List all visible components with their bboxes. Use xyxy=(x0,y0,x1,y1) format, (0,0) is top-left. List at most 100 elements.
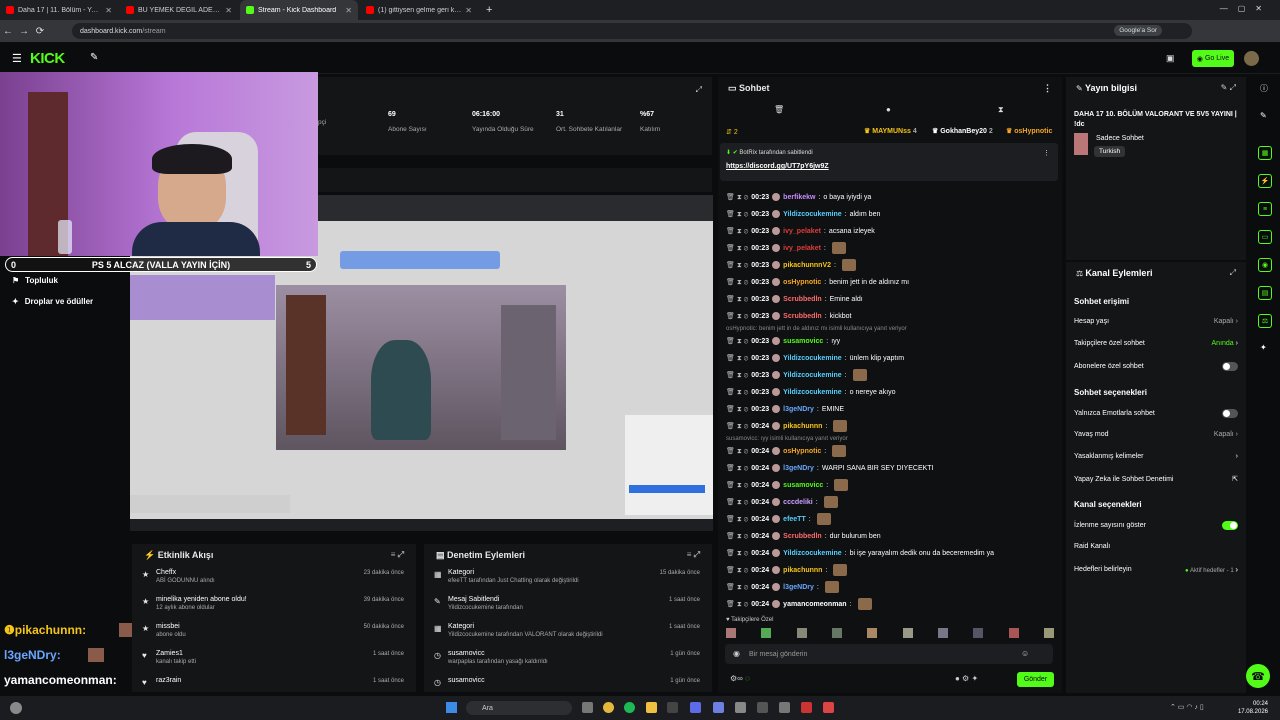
chat-message[interactable]: 🗑 ⧗ ⊘ 00:23 Scrubbedln: kickbot xyxy=(726,309,851,323)
expand-icon[interactable]: ⤢ xyxy=(696,85,702,95)
mod-actions-icon[interactable]: 🗑 ⧗ ⊘ xyxy=(726,498,748,507)
app-icon[interactable] xyxy=(735,702,746,713)
close-icon[interactable]: ✕ xyxy=(465,6,472,15)
row-slow-mode[interactable]: Yavaş mod Kapalı › xyxy=(1074,431,1238,438)
message-username[interactable]: cccdeliki xyxy=(783,499,813,506)
row-banned-words[interactable]: Yasaklanmış kelimeler › xyxy=(1074,453,1238,460)
top-user[interactable]: ♛ osHypnotic xyxy=(1006,127,1052,135)
mod-actions-icon[interactable]: 🗑 ⧗ ⊘ xyxy=(726,549,748,558)
mod-actions-icon[interactable]: 🗑 ⧗ ⊘ xyxy=(726,388,748,397)
chat-message[interactable]: 🗑 ⧗ ⊘ 00:24 Scrubbedln: dur bulurum ben xyxy=(726,529,881,543)
expand-icon[interactable]: ⤢ xyxy=(1230,268,1236,278)
list-item[interactable]: ◷ susamovicc warpaplas tarafından yasağı k… xyxy=(424,647,712,674)
kick-logo[interactable]: KICK xyxy=(30,50,65,67)
list-item[interactable]: ▦ Kategori Yildizcocukemine tarafından VAL… xyxy=(424,620,712,647)
mod-actions-icon[interactable]: 🗑 ⧗ ⊘ xyxy=(726,481,748,490)
chat-message[interactable]: 🗑 ⧗ ⊘ 00:23 susamovicc: ıyy xyxy=(726,334,840,348)
tab-youtube-3[interactable]: (1) gittiysen gelme geri kedi 1 ✕ xyxy=(360,0,478,20)
top-user[interactable]: ♛ MAYMUNss 4 xyxy=(864,127,917,135)
message-username[interactable]: yamancomeonman xyxy=(783,601,846,608)
list-item[interactable]: ★ Cheffx ABİ GODUNNU alındı 23 dakika önce xyxy=(132,566,416,593)
info-icon[interactable]: ⓘ xyxy=(1260,83,1268,94)
chat-message[interactable]: 🗑 ⧗ ⊘ 00:23 Yildizcocukemine: aldım ben xyxy=(726,207,880,221)
message-username[interactable]: osHypnotic xyxy=(783,448,821,455)
chat-message[interactable]: 🗑 ⧗ ⊘ 00:24 pikachunnn: xyxy=(726,419,848,433)
mod-actions-icon[interactable]: 🗑 ⧗ ⊘ xyxy=(726,371,748,380)
chat-message[interactable]: 🗑 ⧗ ⊘ 00:23 l3geNDry: EMINE xyxy=(726,402,844,416)
go-live-button[interactable]: ◉ Go Live xyxy=(1192,50,1234,67)
list-item[interactable]: ♥ raz3rain 1 saat önce xyxy=(132,674,416,688)
back-icon[interactable]: ← xyxy=(0,26,16,37)
app-icon[interactable] xyxy=(757,702,768,713)
bolt-icon[interactable]: ⚡ xyxy=(1258,174,1272,188)
task-view-icon[interactable] xyxy=(582,702,593,713)
emote-icon[interactable] xyxy=(761,628,772,638)
close-icon[interactable]: ✕ xyxy=(225,6,232,15)
message-username[interactable]: efeeTT xyxy=(783,516,806,523)
mod-actions-icon[interactable]: 🗑 ⧗ ⊘ xyxy=(726,422,748,431)
message-username[interactable]: Scrubbedln xyxy=(783,296,822,303)
tag-badge[interactable]: Turkish xyxy=(1094,146,1126,157)
emote-icon[interactable] xyxy=(796,628,807,638)
mod-actions-icon[interactable]: 🗑 ⧗ ⊘ xyxy=(726,464,748,473)
sidebar-item-drops[interactable]: ✦ Droplar ve ödüller xyxy=(12,297,93,306)
emote-icon[interactable] xyxy=(867,628,878,638)
weather-icon[interactable] xyxy=(10,702,22,714)
pinned-message[interactable]: ⬇ ✔ BotRix tarafından sabitlendi https:/… xyxy=(720,143,1058,181)
google-lens-chip[interactable]: Google'a Sor xyxy=(1114,25,1162,36)
message-username[interactable]: Yildizcocukemine xyxy=(783,389,841,396)
system-tray[interactable]: ⌃ ▭ ◠ ♪ ▯ xyxy=(1170,703,1204,711)
toggle-switch[interactable] xyxy=(1222,521,1238,530)
chat-input[interactable]: Bir mesaj gönderin xyxy=(725,644,1053,664)
app-icon[interactable] xyxy=(713,702,724,713)
chat-message[interactable]: 🗑 ⧗ ⊘ 00:24 Yildizcocukemine: bi işe yaraya… xyxy=(726,546,994,560)
windows-start-icon[interactable] xyxy=(446,702,457,713)
toggle-switch[interactable] xyxy=(1222,362,1238,371)
chat-message[interactable]: 🗑 ⧗ ⊘ 00:24 cccdeliki: xyxy=(726,495,838,509)
trash-icon[interactable]: 🗑 xyxy=(774,105,784,114)
gavel-icon[interactable]: ⚖ xyxy=(1258,314,1272,328)
mod-actions-icon[interactable]: 🗑 ⧗ ⊘ xyxy=(726,295,748,304)
new-tab-button[interactable]: + xyxy=(480,4,498,16)
message-username[interactable]: Scrubbedln xyxy=(783,313,822,320)
menu-icon[interactable]: ☰ xyxy=(12,52,22,65)
message-username[interactable]: l3geNDry xyxy=(783,465,814,472)
app-icon[interactable] xyxy=(779,702,790,713)
message-username[interactable]: pikachunnn xyxy=(783,423,822,430)
row-show-viewers[interactable]: İzlenme sayısını göster xyxy=(1074,521,1238,530)
emote-icon[interactable] xyxy=(1008,628,1019,638)
stats-icon[interactable]: ▦ xyxy=(1258,146,1272,160)
row-subscribers-only[interactable]: Abonelere özel sohbet xyxy=(1074,362,1238,371)
emote-icon[interactable] xyxy=(726,628,736,638)
chat-message[interactable]: 🗑 ⧗ ⊘ 00:23 Yildizcocukemine: o nereye akıy… xyxy=(726,385,896,399)
mod-actions-icon[interactable]: 🗑 ⧗ ⊘ xyxy=(726,337,748,346)
forward-icon[interactable]: → xyxy=(16,26,32,37)
discord-icon[interactable] xyxy=(690,702,701,713)
chat-message[interactable]: 🗑 ⧗ ⊘ 00:23 ivy_pelaket: xyxy=(726,241,846,255)
window-controls[interactable]: —▢✕ xyxy=(1220,4,1272,13)
row-emote-only[interactable]: Yalnızca Emotlarla sohbet xyxy=(1074,409,1238,418)
video-icon[interactable]: ▣ xyxy=(1166,53,1175,64)
message-username[interactable]: osHypnotic xyxy=(783,279,821,286)
chat-message[interactable]: 🗑 ⧗ ⊘ 00:23 Yildizcocukemine: ünlem klip ya… xyxy=(726,351,904,365)
mod-actions-icon[interactable]: 🗑 ⧗ ⊘ xyxy=(726,210,748,219)
row-account-age[interactable]: Hesap yaşı Kapalı › xyxy=(1074,318,1238,325)
filter-icon[interactable]: ≡ ⤢ xyxy=(391,550,404,560)
list-item[interactable]: ★ minelika yeniden abone oldu! 12 aylık ab… xyxy=(132,593,416,620)
mod-actions-icon[interactable]: 🗑 ⧗ ⊘ xyxy=(726,566,748,575)
row-ai-moderation[interactable]: Yapay Zeka ile Sohbet Denetimi ⇱ xyxy=(1074,475,1238,484)
spotify-icon[interactable] xyxy=(624,702,635,713)
chat-message[interactable]: 🗑 ⧗ ⊘ 00:23 Yildizcocukemine: xyxy=(726,368,867,382)
chat-message[interactable]: 🗑 ⧗ ⊘ 00:23 pikachunnnV2: xyxy=(726,258,856,272)
top-user[interactable]: ♛ GokhanBey20 2 xyxy=(932,127,993,135)
emote-icon[interactable] xyxy=(831,628,842,638)
chat-message[interactable]: 🗑 ⧗ ⊘ 00:24 l3geNDry: xyxy=(726,580,839,594)
message-username[interactable]: Scrubbedln xyxy=(783,533,822,540)
send-button[interactable]: Gönder xyxy=(1017,672,1054,687)
filter-icon[interactable]: ≡ ⤢ xyxy=(687,550,700,560)
list-item[interactable]: ♥ Zamies1 kanalı takip etti 1 saat önce xyxy=(132,647,416,674)
tab-youtube-1[interactable]: Daha 17 | 11. Bölüm - YouTube✕ xyxy=(0,0,118,20)
clock[interactable]: 00:24 17.08.2026 xyxy=(1226,700,1268,716)
edit-icon[interactable]: ✎ ⤢ xyxy=(1221,83,1236,93)
url-field[interactable]: dashboard.kick.com/stream Google'a Sor xyxy=(72,23,1192,39)
